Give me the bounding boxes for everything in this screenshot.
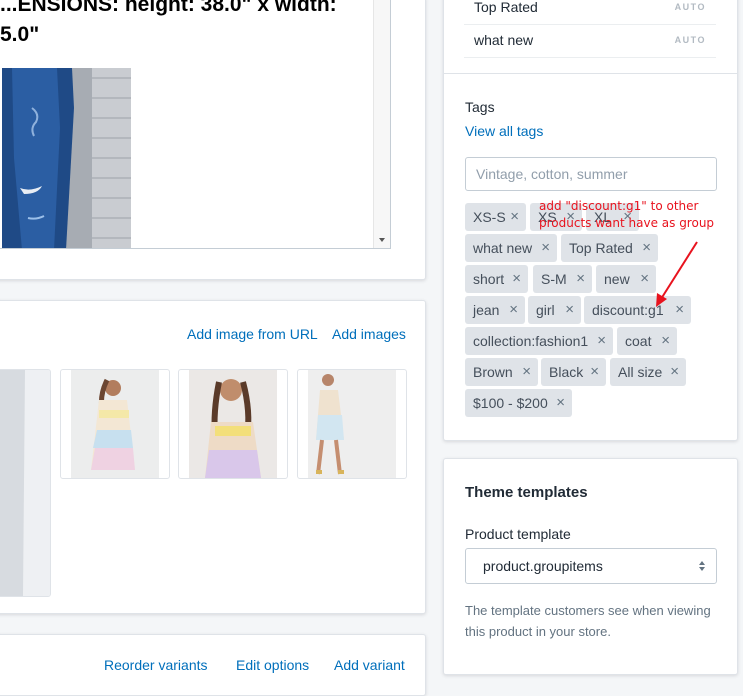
theme-templates-card: Theme templates Product template product… [443,458,738,675]
reorder-variants-link[interactable]: Reorder variants [104,657,208,673]
remove-tag-icon[interactable]: × [512,265,521,293]
tag-chip: girl × [528,296,581,324]
tag-chip: $100 - $200 × [465,389,572,417]
product-template-label: Product template [465,526,571,542]
tag-chip: coat × [617,327,677,355]
editor-scrollbar[interactable] [373,0,390,248]
product-thumbnail-1[interactable] [60,369,170,479]
tag-label: jean [473,302,500,318]
remove-tag-icon[interactable]: × [510,203,519,231]
auto-badge: AUTO [674,2,706,12]
tag-label: S-M [541,271,567,287]
tag-chip: Black × [541,358,606,386]
collection-row-what-new: what new AUTO [464,24,716,58]
auto-badge: AUTO [674,35,706,45]
selected-template-value: product.groupitems [483,558,603,574]
description-image-jeans [2,68,131,248]
product-template-select[interactable]: product.groupitems [465,548,717,584]
tag-label: coat [625,333,652,349]
description-editor[interactable]: ...ENSIONS: height: 38.0" x width: 5.0" [0,0,391,249]
product-thumbnail-3[interactable] [297,369,407,479]
tag-chip: All size × [610,358,686,386]
tags-label: Tags [465,99,495,115]
images-card: Add image from URL Add images [0,300,426,614]
add-variant-link[interactable]: Add variant [334,657,405,673]
variants-card: Reorder variants Edit options Add varian… [0,634,426,696]
theme-templates-title: Theme templates [465,484,588,501]
view-all-tags-link[interactable]: View all tags [465,123,543,139]
remove-tag-icon[interactable]: × [522,358,531,386]
select-updown-icon [699,561,705,571]
description-card: ...ENSIONS: height: 38.0" x width: 5.0" [0,0,426,280]
tag-label: collection:fashion1 [473,333,589,349]
tag-label: discount:g1 [592,302,664,318]
tag-label: $100 - $200 [473,395,548,411]
section-divider [444,73,737,74]
remove-tag-icon[interactable]: × [642,234,651,262]
tag-label: All size [618,364,663,380]
template-help-text: The template customers see when viewing … [465,603,711,639]
collection-name: what new [474,32,534,48]
tags-input[interactable] [465,157,717,191]
tag-label: girl [536,302,555,318]
tag-chip: collection:fashion1 × [465,327,613,355]
edit-options-link[interactable]: Edit options [236,657,309,673]
remove-tag-icon[interactable]: × [509,296,518,324]
remove-tag-icon[interactable]: × [565,296,574,324]
tag-label: what new [473,240,533,256]
tag-chip: Top Rated × [561,234,658,262]
remove-tag-icon[interactable]: × [640,265,649,293]
tag-label: Black [549,364,584,380]
remove-tag-icon[interactable]: × [556,389,565,417]
scroll-down-arrow-icon[interactable] [379,238,385,242]
tag-label: short [473,271,505,287]
tag-label: Top Rated [569,240,633,256]
tag-label: Brown [473,364,513,380]
tag-chip: jean × [465,296,525,324]
main-product-image[interactable] [0,369,51,597]
tag-chip: Brown × [465,358,538,386]
remove-tag-icon[interactable]: × [541,234,550,262]
tag-chip: S-M × [533,265,592,293]
product-thumbnail-2[interactable] [178,369,288,479]
tag-chip: XS-S × [465,203,526,231]
remove-tag-icon[interactable]: × [661,327,670,355]
remove-tag-icon[interactable]: × [597,327,606,355]
remove-tag-icon[interactable]: × [590,358,599,386]
tag-chip: short × [465,265,528,293]
collection-row-top-rated: Top Rated AUTO [464,0,716,25]
remove-tag-icon[interactable]: × [670,358,679,386]
add-image-from-url-link[interactable]: Add image from URL [187,326,318,342]
tag-chip: what new × [465,234,557,262]
tag-chip: new × [596,265,656,293]
remove-tag-icon[interactable]: × [576,265,585,293]
remove-tag-icon[interactable]: × [675,296,684,324]
description-heading: ...ENSIONS: height: 38.0" x width: 5.0" [0,0,337,46]
collection-name: Top Rated [474,0,538,15]
tag-label: new [604,271,630,287]
add-images-link[interactable]: Add images [332,326,406,342]
red-annotation-note: add "discount:g1" to other products want… [539,199,715,230]
tag-chip: discount:g1 × [584,296,691,324]
tag-label: XS-S [473,209,506,225]
